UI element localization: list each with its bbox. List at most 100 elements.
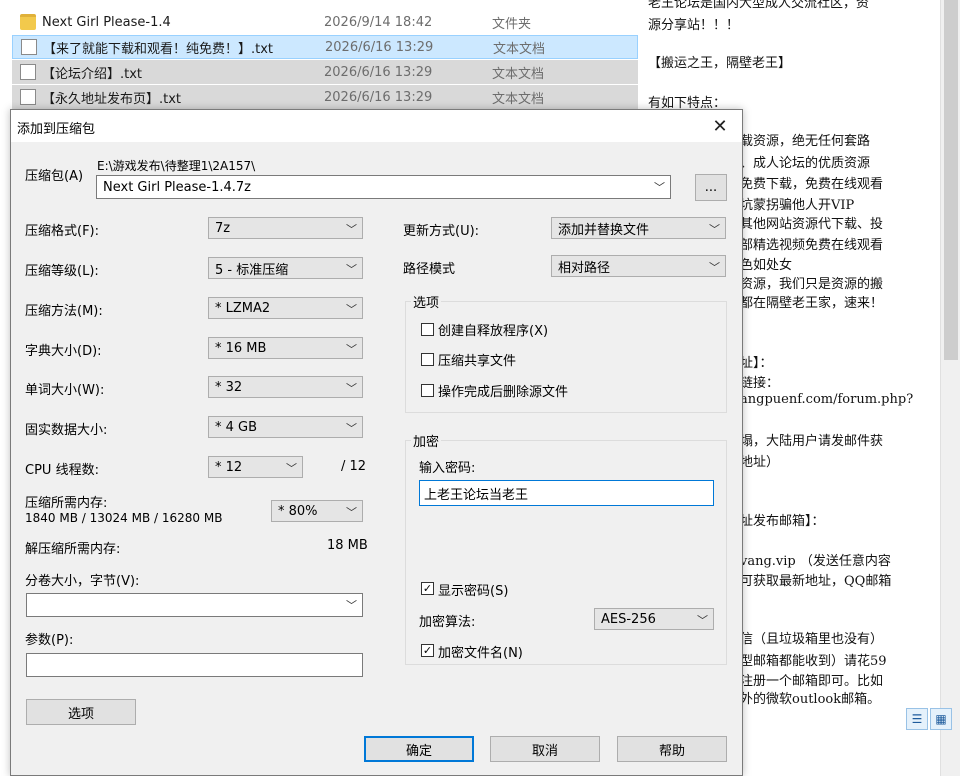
file-row-selected[interactable]: 【来了就能下载和观看！纯免费！】.txt 2026/6/16 13:29 文本文… <box>12 35 638 59</box>
text-line: 塌，大陆用户请发邮件获 <box>740 434 884 449</box>
path-mode-select[interactable]: 相对路径 ﹀ <box>551 255 726 277</box>
encrypt-filenames-checkbox[interactable]: ✓ <box>421 644 434 657</box>
delete-after-checkbox[interactable] <box>421 384 434 397</box>
file-row[interactable]: 【论坛介绍】.txt 2026/6/16 13:29 文本文档 <box>12 60 638 84</box>
text-file-icon <box>20 89 36 105</box>
vertical-scrollbar[interactable] <box>940 0 960 776</box>
browse-button[interactable]: ... <box>695 174 727 201</box>
encrypt-filenames-label: 加密文件名(N) <box>438 646 523 661</box>
scrollbar-thumb[interactable] <box>944 0 958 360</box>
text-line: 都在隔壁老王家，速来！ <box>740 296 884 311</box>
format-value: 7z <box>215 220 231 236</box>
close-button[interactable]: ✕ <box>698 110 742 142</box>
chevron-down-icon: ﹀ <box>286 462 297 475</box>
chevron-down-icon: ﹀ <box>346 303 357 316</box>
cpu-select[interactable]: * 12 ﹀ <box>208 456 303 478</box>
memory-percent-value: * 80% <box>278 503 318 519</box>
method-label: 压缩方法(M): <box>25 304 103 319</box>
file-type: 文本文档 <box>492 66 545 82</box>
method-select[interactable]: * LZMA2 ﹀ <box>208 297 363 319</box>
update-mode-value: 添加并替换文件 <box>558 222 650 238</box>
level-label: 压缩等级(L): <box>25 264 99 279</box>
file-date: 2026/6/16 13:29 <box>325 39 434 55</box>
file-row-folder[interactable]: Next Girl Please-1.4 2026/9/14 18:42 文件夹 <box>12 10 638 34</box>
options-button[interactable]: 选项 <box>26 699 136 725</box>
archive-name-combobox[interactable]: Next Girl Please-1.4.7z ﹀ <box>96 175 671 199</box>
dict-label: 字典大小(D): <box>25 344 102 359</box>
chevron-down-icon: ﹀ <box>346 263 357 276</box>
text-line: 免费下载，免费在线观看 <box>740 177 884 192</box>
encryption-group-title: 加密 <box>411 431 442 450</box>
text-file-icon <box>20 64 36 80</box>
encryption-method-value: AES-256 <box>601 611 656 627</box>
method-value: * LZMA2 <box>215 300 271 316</box>
text-line: 坑蒙拐骗他人开VIP <box>740 198 855 213</box>
chevron-down-icon: ﹀ <box>346 382 357 395</box>
cpu-label: CPU 线程数: <box>25 463 99 478</box>
help-button[interactable]: 帮助 <box>617 736 727 762</box>
show-password-checkbox[interactable]: ✓ <box>421 582 434 595</box>
archive-path: E:\游戏发布\待整理1\2A157\ <box>97 159 256 173</box>
text-line: angpuenf.com/forum.php? <box>740 392 914 407</box>
memory-label: 压缩所需内存: <box>25 496 108 511</box>
sfx-checkbox[interactable] <box>421 323 434 336</box>
dialog-titlebar: 添加到压缩包 ✕ <box>11 110 742 142</box>
ok-button[interactable]: 确定 <box>364 736 474 762</box>
text-line: 载资源，绝无任何套路 <box>740 134 871 149</box>
file-name: 【永久地址发布页】.txt <box>42 91 182 107</box>
file-type: 文件夹 <box>492 16 532 32</box>
text-line: 色如处女 <box>740 258 793 273</box>
word-label: 单词大小(W): <box>25 383 105 398</box>
params-input[interactable] <box>26 653 363 677</box>
text-line: 外的微软outlook邮箱。 <box>740 692 881 707</box>
word-select[interactable]: * 32 ﹀ <box>208 376 363 398</box>
cancel-button[interactable]: 取消 <box>490 736 600 762</box>
encryption-method-select[interactable]: AES-256 ﹀ <box>594 608 714 630</box>
format-select[interactable]: 7z ﹀ <box>208 217 363 239</box>
text-line: 部精选视频免费在线观看 <box>740 238 884 253</box>
text-line: 源分享站！！！ <box>648 18 740 33</box>
file-type: 文本文档 <box>493 41 546 57</box>
chevron-down-icon: ﹀ <box>346 223 357 236</box>
solid-select[interactable]: * 4 GB ﹀ <box>208 416 363 438</box>
word-value: * 32 <box>215 379 243 395</box>
shared-files-checkbox[interactable] <box>421 353 434 366</box>
text-line: 信（且垃圾箱里也没有） <box>740 632 884 647</box>
chevron-down-icon: ﹀ <box>709 223 720 236</box>
file-date: 2026/6/16 13:29 <box>324 64 433 80</box>
dialog-title: 添加到压缩包 <box>17 122 96 137</box>
folder-icon <box>20 14 36 30</box>
chevron-down-icon: ﹀ <box>346 599 357 612</box>
cpu-total: / 12 <box>341 459 367 474</box>
file-name: 【来了就能下载和观看！纯免费！】.txt <box>43 41 274 57</box>
chevron-down-icon: ﹀ <box>697 614 708 627</box>
view-toggle: ☰ ▦ <box>906 708 956 732</box>
text-line: 址发布邮箱】： <box>740 514 825 529</box>
text-line: 老王论坛是国内大型成人交流社区，资 <box>648 0 870 11</box>
file-row[interactable]: 【永久地址发布页】.txt 2026/6/16 13:29 文本文档 <box>12 85 638 109</box>
level-select[interactable]: 5 - 标准压缩 ﹀ <box>208 257 363 279</box>
update-mode-select[interactable]: 添加并替换文件 ﹀ <box>551 217 726 239</box>
path-mode-value: 相对路径 <box>558 260 611 276</box>
archive-label: 压缩包(A) <box>25 169 84 184</box>
update-mode-label: 更新方式(U): <box>403 224 480 239</box>
details-view-icon[interactable]: ☰ <box>906 708 928 730</box>
text-line: 链接： <box>740 376 780 391</box>
chevron-down-icon: ﹀ <box>709 261 720 274</box>
file-type: 文本文档 <box>492 91 545 107</box>
text-line: 址】： <box>740 356 773 371</box>
cpu-value: * 12 <box>215 459 243 475</box>
show-password-label: 显示密码(S) <box>438 584 509 599</box>
memory-percent-select[interactable]: * 80% ﹀ <box>271 500 363 522</box>
text-line: vang.vip （发送任意内容 <box>740 554 891 569</box>
delete-after-label: 操作完成后删除源文件 <box>438 385 569 400</box>
split-size-label: 分卷大小，字节(V): <box>25 574 140 589</box>
file-name: 【论坛介绍】.txt <box>42 66 143 82</box>
encryption-method-label: 加密算法: <box>419 615 476 630</box>
text-line: 资源，我们只是资源的搬 <box>740 277 884 292</box>
large-icons-view-icon[interactable]: ▦ <box>930 708 952 730</box>
password-input[interactable]: 上老王论坛当老王 <box>419 480 714 506</box>
split-size-combobox[interactable]: ﹀ <box>26 593 363 617</box>
dict-select[interactable]: * 16 MB ﹀ <box>208 337 363 359</box>
text-line: 【搬运之王，隔壁老王】 <box>648 56 792 71</box>
